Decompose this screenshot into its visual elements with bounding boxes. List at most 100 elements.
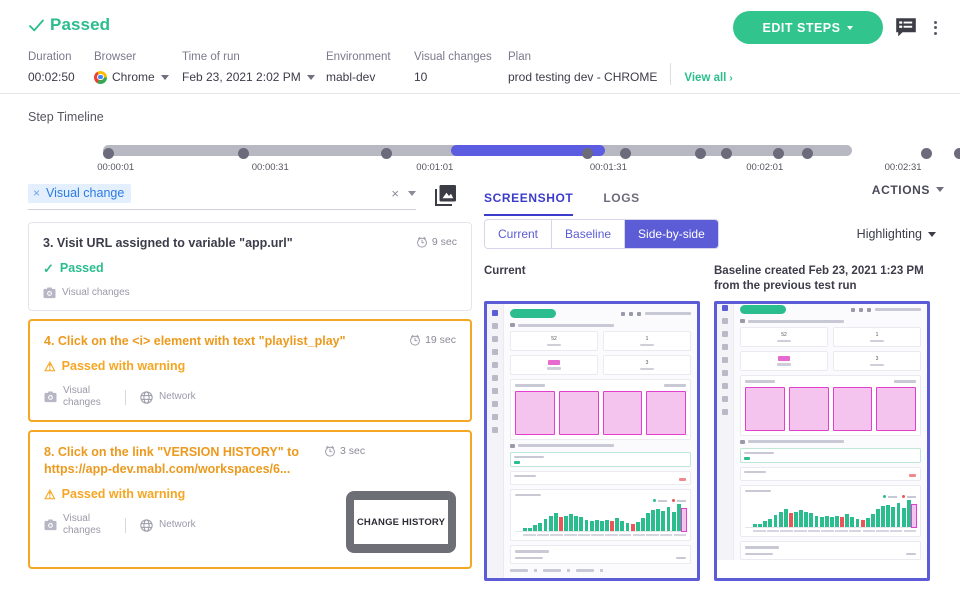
- timeline-step-dot[interactable]: [720, 147, 732, 159]
- timeline-step-dot[interactable]: [238, 147, 250, 159]
- step-list: 3. Visit URL assigned to variable "app.u…: [28, 222, 472, 569]
- mini-environment-note: [510, 443, 691, 448]
- meta-duration: Duration 00:02:50: [28, 51, 75, 84]
- screenshot-pane: SCREENSHOT LOGS ACTIONS Current Baseline…: [472, 174, 960, 581]
- mini-bar: [763, 520, 768, 527]
- mini-bar: [610, 521, 615, 531]
- mini-bars: [515, 504, 687, 532]
- image-icon[interactable]: [434, 183, 458, 207]
- step-header: 3. Visit URL assigned to variable "app.u…: [43, 235, 457, 252]
- view-mode-baseline[interactable]: Baseline: [552, 220, 626, 248]
- mini-bar: [538, 522, 543, 531]
- step-card[interactable]: 4. Click on the <i> element with text "p…: [28, 319, 472, 422]
- step-card[interactable]: 3. Visit URL assigned to variable "app.u…: [28, 222, 472, 311]
- step-tag[interactable]: Network: [140, 518, 196, 532]
- close-icon[interactable]: ×: [33, 186, 40, 200]
- mini-axis-tick: [577, 534, 591, 536]
- step-header: 8. Click on the link "VERSION HISTORY" t…: [44, 444, 456, 478]
- timeline-track[interactable]: [103, 145, 960, 159]
- actions-menu-button[interactable]: ACTIONS: [872, 183, 944, 208]
- step-tags: Visual changes: [43, 287, 457, 299]
- view-mode-side-by-side[interactable]: Side-by-side: [625, 220, 718, 248]
- step-tag-label: Visual changes: [63, 385, 101, 408]
- chevron-down-icon[interactable]: [160, 74, 169, 80]
- mini-nav-icon: [722, 383, 728, 389]
- timeline-step-dot[interactable]: [620, 147, 632, 159]
- step-tag[interactable]: Network: [140, 390, 196, 404]
- mini-bar: [809, 513, 814, 527]
- mini-nav-icon: [722, 396, 728, 402]
- mini-stat-card: 1: [603, 331, 691, 351]
- tab-logs[interactable]: LOGS: [603, 191, 639, 216]
- screenshot-baseline: Baseline created Feb 23, 2021 1:23 PM fr…: [714, 264, 930, 581]
- view-all-label: View all: [684, 72, 727, 84]
- mini-bar: [829, 517, 834, 527]
- step-timeline-title: Step Timeline: [28, 110, 104, 124]
- comment-list-button[interactable]: [895, 17, 917, 38]
- mini-note-icon: [740, 439, 745, 444]
- timeline-step-dot[interactable]: [801, 147, 813, 159]
- mini-top-failures: [740, 541, 921, 560]
- edit-steps-button[interactable]: EDIT STEPS: [733, 11, 883, 44]
- timeline-step-dot[interactable]: [921, 147, 933, 159]
- mini-search-icon: [621, 311, 625, 316]
- meta-browser[interactable]: Browser Chrome: [94, 50, 182, 86]
- view-mode-current[interactable]: Current: [485, 220, 553, 248]
- step-timeline: 00:00:01 00:00:31 00:01:01 00:01:31 00:02:01…: [28, 140, 960, 174]
- diff-tile: [876, 386, 916, 431]
- tab-screenshot[interactable]: SCREENSHOT: [484, 191, 574, 216]
- mini-note-text: [748, 319, 844, 323]
- filter-chip-visual-change[interactable]: × Visual change: [28, 184, 132, 203]
- timeline-tick-label: 00:02:01: [746, 162, 784, 173]
- mini-env-input: [740, 447, 921, 463]
- mini-bar: [523, 528, 527, 531]
- clear-filter-icon[interactable]: ×: [391, 186, 399, 201]
- more-options-button[interactable]: [926, 20, 944, 35]
- timeline-step-dot[interactable]: [103, 147, 115, 159]
- mini-note-text: [748, 440, 844, 443]
- timeline-step-dot[interactable]: [695, 147, 707, 159]
- mini-bar: [671, 512, 676, 531]
- chevron-down-icon[interactable]: [408, 191, 416, 196]
- step-card[interactable]: 8. Click on the link "VERSION HISTORY" t…: [28, 430, 472, 569]
- mini-nav-icon: [492, 349, 498, 355]
- mini-primary-button: [510, 309, 556, 318]
- view-mode-group: Current Baseline Side-by-side: [484, 219, 719, 249]
- step-status-label: Passed with warning: [61, 487, 186, 501]
- mini-bar: [835, 515, 839, 527]
- mini-axis-tick: [523, 534, 536, 536]
- timeline-step-dot[interactable]: [773, 147, 785, 159]
- mini-bar: [548, 515, 553, 531]
- step-status: ✓ Passed: [43, 261, 457, 275]
- timeline-step-dot[interactable]: [953, 147, 960, 159]
- chevron-down-icon[interactable]: [306, 74, 315, 80]
- timeline-step-dot[interactable]: [582, 147, 594, 159]
- step-tag[interactable]: Visual changes: [43, 287, 130, 299]
- step-duration-label: 9 sec: [431, 236, 457, 248]
- screenshot-current-frame[interactable]: 52 1 3: [484, 301, 700, 581]
- change-history-thumbnail[interactable]: CHANGE HISTORY: [346, 491, 456, 553]
- mini-bar: [640, 518, 645, 531]
- clock-icon: [416, 236, 427, 248]
- globe-icon: [140, 390, 153, 404]
- step-tag[interactable]: Visual changes: [44, 385, 111, 409]
- mini-axis-tick: [848, 530, 862, 532]
- mini-note-icon: [510, 443, 515, 448]
- screenshot-baseline-frame[interactable]: 52 1 3: [714, 301, 930, 581]
- mini-axis-tick: [766, 530, 780, 532]
- mini-bar: [840, 517, 845, 527]
- header-actions: EDIT STEPS: [733, 11, 944, 44]
- mini-nav-icon: [492, 401, 498, 407]
- mini-primary-button: [740, 305, 786, 314]
- view-all-link[interactable]: View all ›: [684, 72, 732, 84]
- mini-stat-cards-2: 3: [740, 351, 921, 371]
- mini-note-icon: [510, 323, 515, 327]
- highlighting-menu-button[interactable]: Highlighting: [857, 227, 944, 241]
- step-filter-input[interactable]: × Visual change ×: [28, 181, 416, 210]
- timeline-step-dot[interactable]: [380, 147, 392, 159]
- mini-axis-tick: [807, 530, 821, 532]
- step-timeline-section: Step Timeline 00:00:01 00:00:31 00:01:01 00…: [0, 94, 960, 174]
- meta-time-of-run[interactable]: Time of run Feb 23, 2021 2:02 PM: [182, 50, 326, 86]
- step-tag[interactable]: Visual changes: [44, 513, 111, 537]
- mini-axis-tick: [659, 534, 673, 536]
